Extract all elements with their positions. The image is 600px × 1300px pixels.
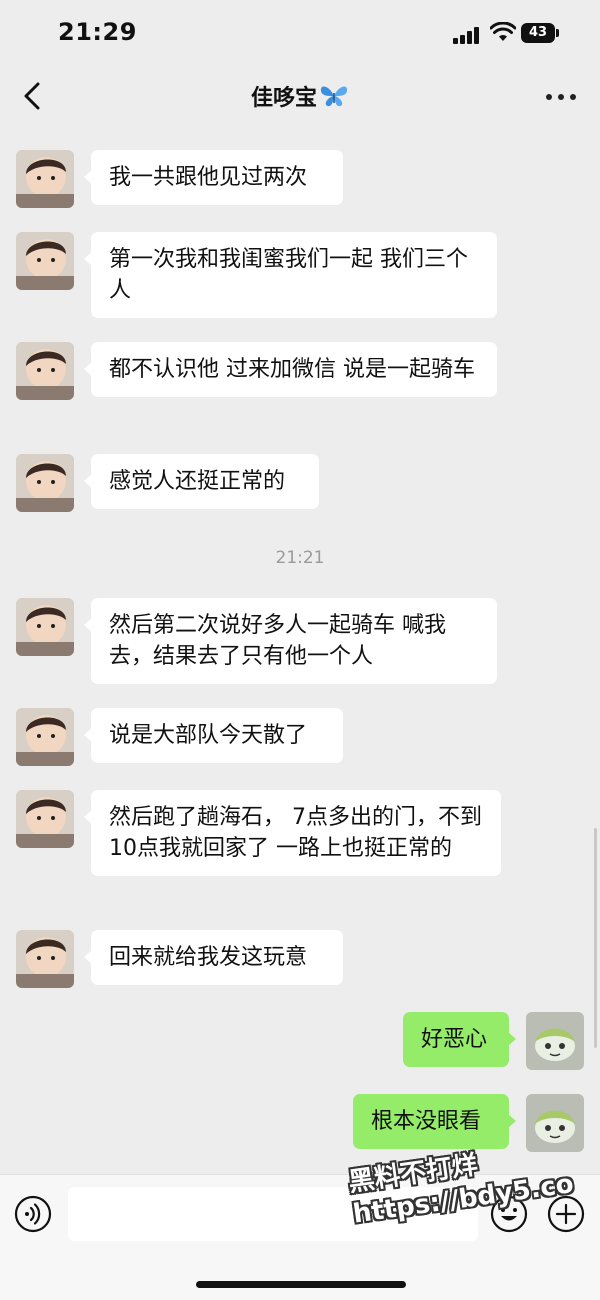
contact-avatar[interactable] [16, 150, 74, 208]
status-time: 21:29 [58, 18, 137, 46]
incoming-message: 都不认识他 过来加微信 说是一起骑车 [84, 342, 497, 397]
contact-avatar[interactable] [16, 790, 74, 848]
outgoing-message: 好恶心 [403, 1012, 516, 1067]
contact-avatar[interactable] [16, 598, 74, 656]
contact-avatar[interactable] [16, 232, 74, 290]
outgoing-message: 根本没眼看 [353, 1094, 516, 1149]
battery-icon: 43 [521, 23, 559, 43]
more-icon[interactable] [544, 84, 578, 108]
butterfly-icon [320, 86, 348, 107]
chat-title: 佳哆宝 [0, 80, 600, 112]
incoming-message: 回来就给我发这玩意 [84, 930, 343, 985]
incoming-message: 感觉人还挺正常的 [84, 454, 319, 509]
incoming-message: 然后跑了趟海石， 7点多出的门，不到10点我就回家了 一路上也挺正常的 [84, 790, 501, 876]
contact-avatar[interactable] [16, 708, 74, 766]
incoming-message: 第一次我和我闺蜜我们一起 我们三个人 [84, 232, 497, 318]
home-indicator[interactable] [196, 1281, 406, 1288]
wifi-icon [490, 22, 516, 41]
my-avatar[interactable] [526, 1012, 584, 1070]
cellular-signal-icon [453, 24, 483, 44]
message-list[interactable]: 我一共跟他见过两次 第一次我和我闺蜜我们一起 我们三个人 都不认识他 过来加微信… [0, 128, 600, 1174]
incoming-message: 我一共跟他见过两次 [84, 150, 343, 205]
incoming-message: 然后第二次说好多人一起骑车 喊我去，结果去了只有他一个人 [84, 598, 497, 684]
chat-title-text: 佳哆宝 [250, 86, 317, 111]
scrollbar[interactable] [594, 828, 597, 1048]
contact-avatar[interactable] [16, 342, 74, 400]
input-bar: 黑料不打烊 https://bdy5.co [0, 1150, 600, 1300]
contact-avatar[interactable] [16, 930, 74, 988]
chat-header: 佳哆宝 [0, 66, 600, 128]
message-timestamp: 21:21 [275, 548, 325, 568]
contact-avatar[interactable] [16, 454, 74, 512]
voice-icon[interactable] [14, 1195, 52, 1233]
status-bar: 21:29 43 [0, 0, 600, 66]
incoming-message: 说是大部队今天散了 [84, 708, 343, 763]
